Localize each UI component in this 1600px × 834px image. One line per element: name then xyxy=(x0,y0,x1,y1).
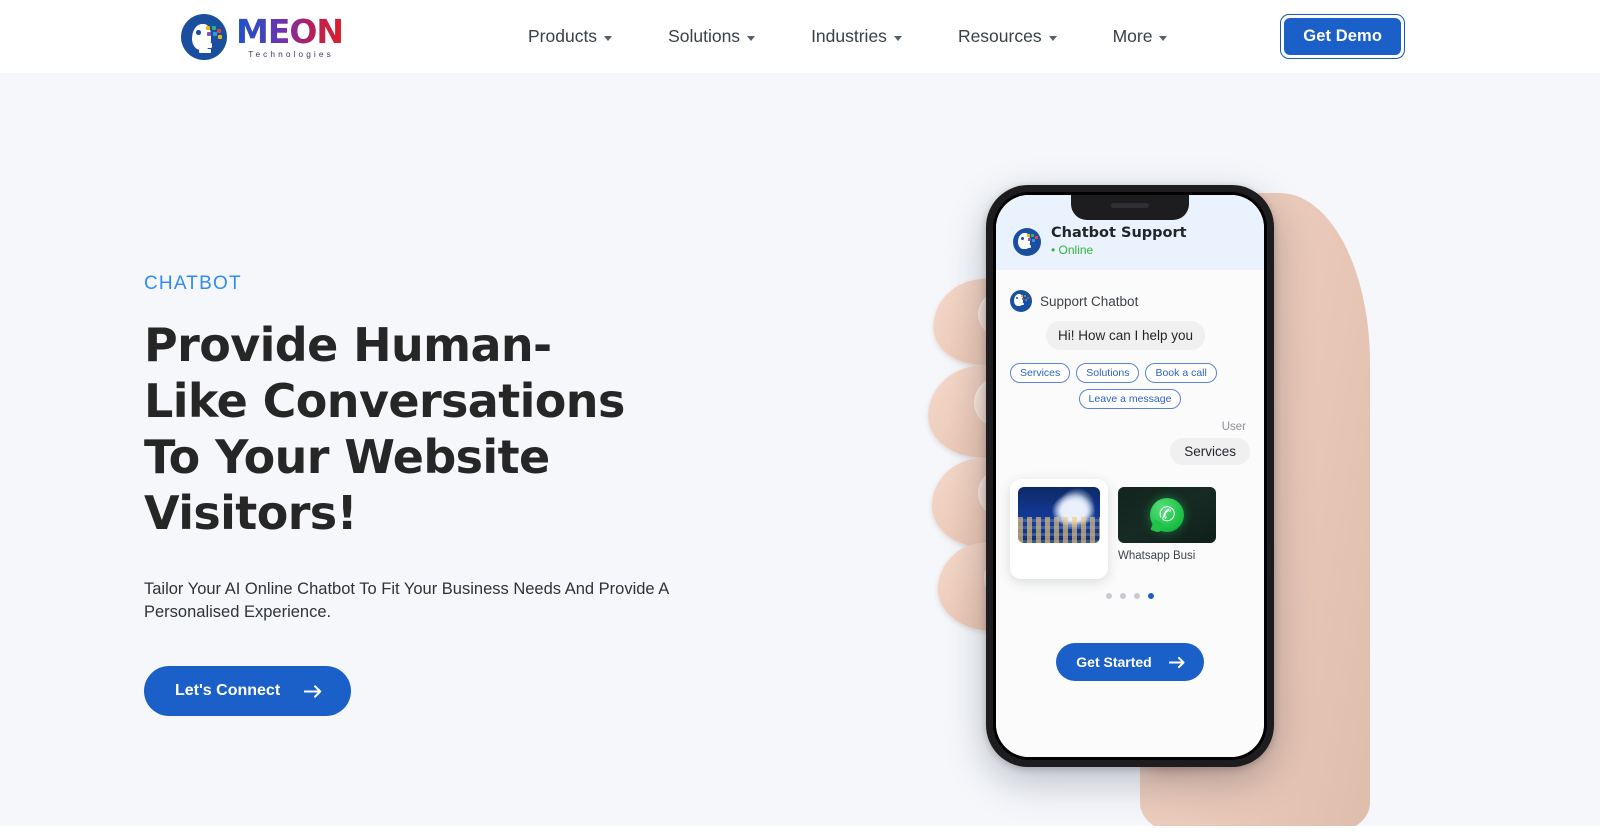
get-demo-button[interactable]: Get Demo xyxy=(1284,18,1401,55)
chevron-down-icon xyxy=(604,36,613,41)
nav-label: Solutions xyxy=(668,26,741,46)
get-started-label: Get Started xyxy=(1076,654,1152,670)
arrow-right-icon xyxy=(304,684,322,698)
carousel-dot-active[interactable] xyxy=(1148,593,1154,599)
lets-connect-label: Let's Connect xyxy=(175,682,281,699)
page-root: MEON Technologies Products Solutions Ind… xyxy=(0,0,1600,834)
user-message-bubble: Services xyxy=(1170,438,1250,465)
chevron-down-icon xyxy=(1048,36,1057,41)
bot-message-bubble: Hi! How can I help you xyxy=(1046,321,1206,350)
hero-section: CHATBOT Provide Human-Like Conversations… xyxy=(0,73,1600,826)
arrow-right-icon xyxy=(1168,656,1185,668)
card-whatsapp-business[interactable]: Whatsapp Busi xyxy=(1118,479,1216,562)
hero-eyebrow: CHATBOT xyxy=(144,273,242,294)
hero-subtitle: Tailor Your AI Online Chatbot To Fit You… xyxy=(144,580,669,621)
card-caption: Whatsapp Busi xyxy=(1118,550,1196,562)
card-carousel: Whatsapp Busi xyxy=(1010,479,1250,579)
meon-head-logo-icon xyxy=(181,14,227,60)
chat-title: Chatbot Support xyxy=(1051,225,1187,241)
chevron-down-icon xyxy=(747,36,756,41)
user-message-row: Services xyxy=(1010,438,1250,465)
bot-name-label: Support Chatbot xyxy=(1040,293,1139,309)
hero-copy-block: CHATBOT Provide Human-Like Conversations… xyxy=(144,273,764,716)
whatsapp-logo-icon xyxy=(1150,498,1184,532)
status-badge: • Online xyxy=(1051,243,1094,257)
quick-reply-book-a-call[interactable]: Book a call xyxy=(1145,363,1217,383)
carousel-dot[interactable] xyxy=(1120,593,1126,599)
get-started-wrapper: Get Started xyxy=(1010,643,1250,681)
carousel-dot[interactable] xyxy=(1106,593,1112,599)
page-title: Provide Human-Like Conversations To Your… xyxy=(144,318,625,540)
quick-reply-chips: Services Solutions Book a call xyxy=(1010,363,1250,383)
get-started-button[interactable]: Get Started xyxy=(1056,643,1204,681)
nav-item-solutions[interactable]: Solutions xyxy=(640,26,783,47)
nav-label: More xyxy=(1112,26,1153,46)
get-demo-button-wrapper: Get Demo xyxy=(1280,14,1405,59)
page-bottom-strip xyxy=(0,826,1600,834)
chatbot-avatar-icon xyxy=(1010,290,1032,312)
chevron-down-icon xyxy=(1159,36,1168,41)
site-header: MEON Technologies Products Solutions Ind… xyxy=(0,0,1600,73)
main-navigation: Products Solutions Industries Resources … xyxy=(500,0,1195,73)
phone-screen: Chatbot Support • Online Support Chatbot… xyxy=(996,195,1264,757)
chevron-down-icon xyxy=(893,36,902,41)
ai-brain-network-image xyxy=(1018,487,1100,543)
nav-item-industries[interactable]: Industries xyxy=(783,26,930,47)
carousel-dots xyxy=(1010,593,1250,599)
phone-device: Chatbot Support • Online Support Chatbot… xyxy=(986,185,1274,767)
chatbot-avatar-icon xyxy=(1013,227,1041,256)
nav-item-products[interactable]: Products xyxy=(500,26,640,47)
logo-text: MEON Technologies xyxy=(236,12,344,59)
phone-notch xyxy=(1071,195,1189,220)
nav-label: Resources xyxy=(957,26,1042,46)
bot-identity-row: Support Chatbot xyxy=(1010,290,1250,312)
whatsapp-card-image xyxy=(1118,487,1216,543)
user-label: User xyxy=(1221,421,1246,433)
quick-reply-chips-row-2: Leave a message xyxy=(1010,389,1250,409)
logo-tagline: Technologies xyxy=(248,49,334,59)
phone-in-hand-illustration: Chatbot Support • Online Support Chatbot… xyxy=(900,73,1460,826)
logo-wordmark: MEON xyxy=(236,12,344,51)
quick-reply-services[interactable]: Services xyxy=(1010,363,1071,383)
quick-reply-leave-a-message[interactable]: Leave a message xyxy=(1078,389,1182,409)
card-ai-brain[interactable] xyxy=(1010,479,1108,579)
chat-body: Support Chatbot Hi! How can I help you S… xyxy=(996,270,1264,757)
nav-item-more[interactable]: More xyxy=(1085,26,1196,47)
nav-item-resources[interactable]: Resources xyxy=(930,26,1085,47)
site-logo[interactable]: MEON Technologies xyxy=(181,12,344,60)
quick-reply-solutions[interactable]: Solutions xyxy=(1076,363,1140,383)
carousel-dot[interactable] xyxy=(1134,593,1140,599)
nav-label: Industries xyxy=(811,26,887,46)
nav-label: Products xyxy=(528,26,598,46)
lets-connect-button[interactable]: Let's Connect xyxy=(144,666,352,716)
